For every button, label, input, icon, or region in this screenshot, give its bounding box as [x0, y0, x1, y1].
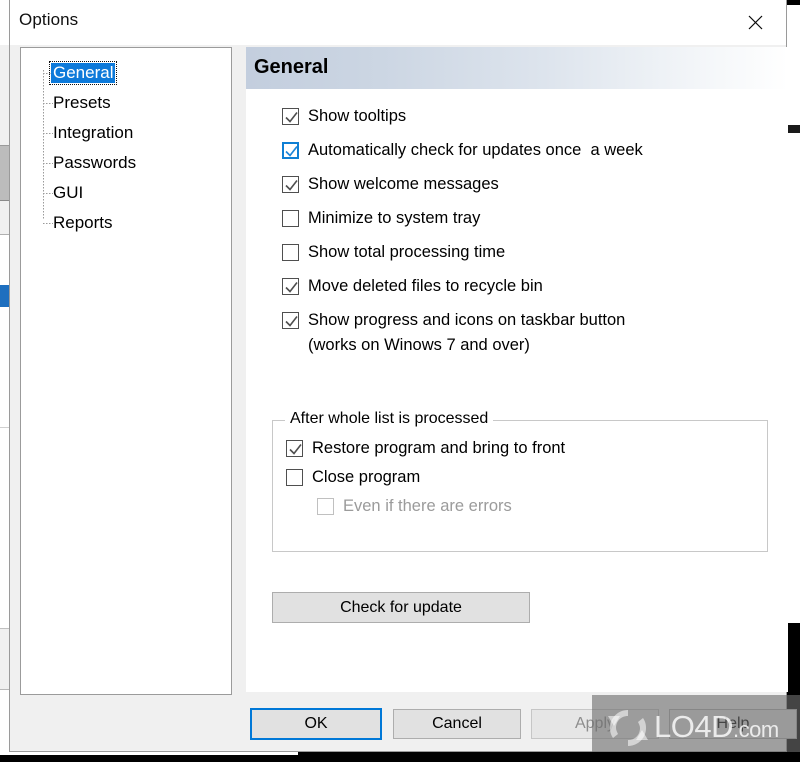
window-title: Options	[19, 10, 79, 29]
checkbox-auto-check-updates[interactable]: Automatically check for updates once a w…	[246, 141, 788, 160]
checkbox-label: Show progress and icons on taskbar butto…	[308, 311, 626, 329]
checkbox-box[interactable]	[282, 142, 299, 159]
checkbox-box	[317, 498, 334, 515]
checkbox-label: Show total processing time	[308, 243, 506, 261]
tree-branch-icon	[43, 223, 53, 224]
sidebar-item-label: Passwords	[53, 153, 137, 172]
tree-branch-icon	[43, 193, 53, 194]
apply-button: Apply	[531, 709, 659, 739]
checkmark-icon	[285, 316, 298, 327]
sidebar-item-presets[interactable]: Presets	[21, 88, 231, 118]
checkbox-move-deleted-to-recycle-bin[interactable]: Move deleted files to recycle bin	[246, 277, 788, 296]
sidebar-item-label: General	[48, 61, 118, 85]
help-button[interactable]: Help	[669, 709, 797, 739]
ok-button[interactable]: OK	[250, 708, 382, 740]
checkbox-label: Automatically check for updates once a w…	[308, 141, 643, 159]
cancel-button[interactable]: Cancel	[393, 709, 521, 739]
checkbox-box[interactable]	[282, 176, 299, 193]
checkbox-show-total-processing-time[interactable]: Show total processing time	[246, 243, 788, 262]
group-title: After whole list is processed	[285, 410, 494, 428]
sidebar-item-gui[interactable]: GUI	[21, 178, 231, 208]
checkbox-show-welcome-messages[interactable]: Show welcome messages	[246, 175, 788, 194]
checkbox-show-progress-taskbar[interactable]: Show progress and icons on taskbar butto…	[246, 311, 788, 330]
checkbox-label: Move deleted files to recycle bin	[308, 277, 543, 295]
sidebar-item-label: Presets	[53, 93, 111, 112]
checkbox-minimize-to-tray[interactable]: Minimize to system tray	[246, 209, 788, 228]
checkbox-label: Minimize to system tray	[308, 209, 481, 227]
checkbox-box[interactable]	[282, 278, 299, 295]
sidebar-item-general[interactable]: General	[21, 58, 231, 88]
content-header-band: General	[246, 47, 788, 89]
tree-branch-icon	[43, 103, 53, 104]
title-bar: Options	[10, 0, 786, 45]
dialog-button-bar: OK Cancel Apply Help	[10, 700, 797, 752]
tree-branch-icon	[43, 163, 53, 164]
desktop-bottom-left-strip	[0, 752, 298, 755]
checkbox-label: Show tooltips	[308, 107, 407, 125]
tree-branch-icon	[43, 73, 51, 74]
checkbox-label: Even if there are errors	[343, 497, 512, 515]
checkmark-icon	[285, 180, 298, 191]
checkbox-label: Show welcome messages	[308, 175, 499, 193]
checkmark-icon	[285, 112, 298, 123]
checkbox-box[interactable]	[282, 210, 299, 227]
close-icon[interactable]	[734, 2, 776, 42]
checkmark-icon	[285, 145, 298, 157]
checkbox-label: Restore program and bring to front	[312, 439, 566, 457]
settings-content-panel: General Show tooltips Automatically chec…	[246, 47, 788, 692]
checkbox-show-tooltips[interactable]: Show tooltips	[246, 107, 788, 126]
sidebar-item-label: Reports	[53, 213, 113, 232]
checkbox-box[interactable]	[286, 440, 303, 457]
checkbox-close-program[interactable]: Close program	[273, 468, 767, 487]
checkbox-box[interactable]	[282, 108, 299, 125]
sidebar-item-passwords[interactable]: Passwords	[21, 148, 231, 178]
after-list-processed-group: After whole list is processed Restore pr…	[272, 410, 768, 552]
settings-tree[interactable]: General Presets Integration Passwords GU…	[20, 47, 232, 695]
tree-branch-icon	[43, 133, 53, 134]
options-dialog: Options General Presets Integration Pass…	[9, 0, 797, 752]
checkbox-even-if-errors: Even if there are errors	[273, 497, 767, 516]
check-for-update-button[interactable]: Check for update	[272, 592, 530, 623]
checkbox-box[interactable]	[282, 312, 299, 329]
checkbox-box[interactable]	[282, 244, 299, 261]
checkbox-label: Close program	[312, 468, 421, 486]
page-title: General	[254, 56, 329, 78]
checkbox-box[interactable]	[286, 469, 303, 486]
options-list: Show tooltips Automatically check for up…	[246, 107, 788, 372]
background-window-right-sliver	[786, 0, 800, 762]
taskbar-note: (works on Winows 7 and over)	[308, 336, 530, 354]
sidebar-item-integration[interactable]: Integration	[21, 118, 231, 148]
sidebar-item-reports[interactable]: Reports	[21, 208, 231, 238]
checkmark-icon	[285, 282, 298, 293]
sidebar-item-label: Integration	[53, 123, 134, 142]
sidebar-item-label: GUI	[53, 183, 84, 202]
checkmark-icon	[289, 444, 302, 455]
checkbox-restore-program[interactable]: Restore program and bring to front	[273, 439, 767, 458]
